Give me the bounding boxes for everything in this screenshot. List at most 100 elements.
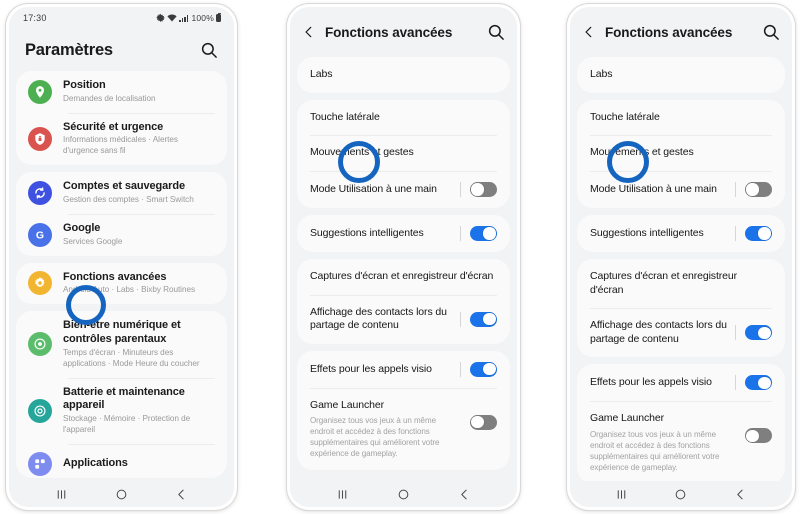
switch-off[interactable] — [745, 181, 772, 197]
toggle-divider — [460, 361, 461, 377]
switch-off[interactable] — [745, 428, 772, 444]
home-icon[interactable] — [397, 488, 410, 501]
toggle-suggestions-intelligentes[interactable] — [735, 225, 772, 241]
toggle-game-launcher[interactable] — [470, 414, 497, 430]
phone-2-app-bar: Fonctions avancées — [290, 7, 517, 57]
home-icon[interactable] — [115, 488, 128, 501]
row-title: Mouvements et gestes — [310, 146, 414, 159]
row-effets-appels-visio[interactable]: Effets pour les appels visio — [297, 351, 510, 388]
recents-icon[interactable] — [336, 488, 349, 501]
settings-group-4: Bien-être numérique et contrôles parenta… — [16, 311, 227, 478]
settings-group-1: Position Demandes de localisation Sécuri… — [16, 71, 227, 166]
row-subtitle: Organisez tous vos jeux à un même endroi… — [310, 415, 440, 459]
row-suggestions-intelligentes[interactable]: Suggestions intelligentes — [577, 215, 785, 252]
search-icon[interactable] — [487, 23, 505, 41]
search-icon[interactable] — [200, 41, 218, 59]
item-title: Google — [63, 221, 101, 234]
row-labs[interactable]: Labs — [297, 57, 510, 93]
screenshot-canvas: 17:30 100% Paramètres Position Demandes … — [0, 0, 800, 514]
switch-on[interactable] — [470, 225, 497, 241]
settings-item-comptes-sauvegarde[interactable]: Comptes et sauvegarde Gestion des compte… — [16, 172, 227, 214]
row-title: Touche latérale — [310, 110, 380, 123]
item-subtitle: Informations médicales · Alertes d'urgen… — [63, 135, 178, 156]
settings-item-google[interactable]: G Google Services Google — [16, 213, 227, 256]
row-suggestions-intelligentes[interactable]: Suggestions intelligentes — [297, 215, 510, 252]
switch-on[interactable] — [745, 375, 772, 391]
row-title: Game Launcher — [310, 398, 384, 411]
row-labs[interactable]: Labs — [577, 57, 785, 93]
row-game-launcher[interactable]: Game Launcher Organisez tous vos jeux à … — [297, 387, 510, 470]
row-title: Captures d'écran et enregistreur d'écran — [590, 269, 738, 296]
toggle-affichage-contacts[interactable] — [460, 311, 497, 327]
settings-item-batterie-maintenance[interactable]: Batterie et maintenance appareil Stockag… — [16, 377, 227, 444]
toggle-mode-une-main[interactable] — [460, 181, 497, 197]
phone-1-app-bar: Paramètres — [9, 29, 234, 71]
back-icon[interactable] — [175, 488, 188, 501]
row-mode-utilisation-une-main[interactable]: Mode Utilisation à une main — [577, 170, 785, 208]
item-title: Fonctions avancées — [63, 270, 167, 283]
row-effets-appels-visio[interactable]: Effets pour les appels visio — [577, 364, 785, 401]
row-title: Affichage des contacts lors du partage d… — [310, 305, 447, 332]
row-title: Suggestions intelligentes — [310, 226, 424, 239]
phone-3-advanced-features: Fonctions avancées Labs Touche latérale … — [567, 4, 795, 510]
row-touche-laterale[interactable]: Touche latérale — [297, 100, 510, 136]
group-screenshots: Captures d'écran et enregistreur d'écran… — [577, 258, 785, 358]
row-title: Labs — [590, 68, 613, 80]
group-video-call-game-launcher: Effets pour les appels visio Game Launch… — [577, 364, 785, 481]
gear-advanced-icon — [28, 271, 52, 296]
row-title: Effets pour les appels visio — [590, 376, 712, 389]
back-icon[interactable] — [734, 488, 747, 501]
phone-3-app-bar: Fonctions avancées — [570, 7, 792, 57]
switch-off[interactable] — [470, 181, 497, 197]
recents-icon[interactable] — [55, 488, 68, 501]
toggle-affichage-contacts[interactable] — [735, 325, 772, 341]
page-title: Fonctions avancées — [605, 24, 733, 40]
toggle-effets-appels-visio[interactable] — [735, 375, 772, 391]
settings-group-3: Fonctions avancées Android Auto · Labs ·… — [16, 262, 227, 305]
toggle-divider — [460, 225, 461, 241]
recents-icon[interactable] — [615, 488, 628, 501]
phone-2-advanced-features: Fonctions avancées Labs Touche latérale … — [287, 4, 520, 510]
back-chevron-icon[interactable] — [582, 24, 596, 40]
back-chevron-icon[interactable] — [302, 24, 316, 40]
toggle-mode-une-main[interactable] — [735, 181, 772, 197]
row-mouvements-et-gestes[interactable]: Mouvements et gestes — [297, 135, 510, 171]
row-touche-laterale[interactable]: Touche latérale — [577, 100, 785, 136]
row-mode-utilisation-une-main[interactable]: Mode Utilisation à une main — [297, 170, 510, 208]
back-icon[interactable] — [458, 488, 471, 501]
row-captures-ecran[interactable]: Captures d'écran et enregistreur d'écran — [297, 259, 510, 295]
switch-on[interactable] — [470, 311, 497, 327]
phone-2-screen: Fonctions avancées Labs Touche latérale … — [290, 7, 517, 507]
switch-on[interactable] — [470, 361, 497, 377]
digital-wellbeing-icon — [28, 332, 52, 357]
settings-item-fonctions-avancees[interactable]: Fonctions avancées Android Auto · Labs ·… — [16, 263, 227, 305]
row-captures-ecran[interactable]: Captures d'écran et enregistreur d'écran — [577, 259, 785, 308]
row-title: Labs — [310, 68, 333, 80]
settings-list[interactable]: Position Demandes de localisation Sécuri… — [9, 71, 234, 481]
home-icon[interactable] — [674, 488, 687, 501]
advanced-features-list[interactable]: Labs Touche latérale Mouvements et geste… — [290, 57, 517, 481]
settings-item-securite-urgence[interactable]: Sécurité et urgence Informations médical… — [16, 112, 227, 166]
switch-on[interactable] — [745, 225, 772, 241]
settings-item-position[interactable]: Position Demandes de localisation — [16, 71, 227, 113]
advanced-features-list[interactable]: Labs Touche latérale Mouvements et geste… — [570, 57, 792, 481]
row-game-launcher[interactable]: Game Launcher Organisez tous vos jeux à … — [577, 401, 785, 481]
search-icon[interactable] — [762, 23, 780, 41]
location-pin-icon — [28, 79, 52, 104]
row-title: Affichage des contacts lors du partage d… — [590, 319, 727, 345]
row-mouvements-et-gestes[interactable]: Mouvements et gestes — [577, 135, 785, 171]
phone-1-nav-bar — [9, 481, 234, 507]
settings-item-bien-etre-numerique[interactable]: Bien-être numérique et contrôles parenta… — [16, 311, 227, 377]
switch-off[interactable] — [470, 414, 497, 430]
battery-care-icon — [28, 398, 52, 423]
switch-on[interactable] — [745, 325, 772, 341]
settings-item-applications[interactable]: Applications — [16, 443, 227, 478]
toggle-suggestions-intelligentes[interactable] — [460, 225, 497, 241]
signal-bars-icon — [179, 14, 189, 22]
item-subtitle: Temps d'écran · Minuteurs des applicatio… — [63, 347, 200, 368]
toggle-game-launcher[interactable] — [745, 428, 772, 444]
row-affichage-contacts-partage[interactable]: Affichage des contacts lors du partage d… — [297, 294, 510, 344]
row-affichage-contacts-partage[interactable]: Affichage des contacts lors du partage d… — [577, 308, 785, 357]
item-title: Batterie et maintenance appareil — [63, 385, 185, 412]
toggle-effets-appels-visio[interactable] — [460, 361, 497, 377]
